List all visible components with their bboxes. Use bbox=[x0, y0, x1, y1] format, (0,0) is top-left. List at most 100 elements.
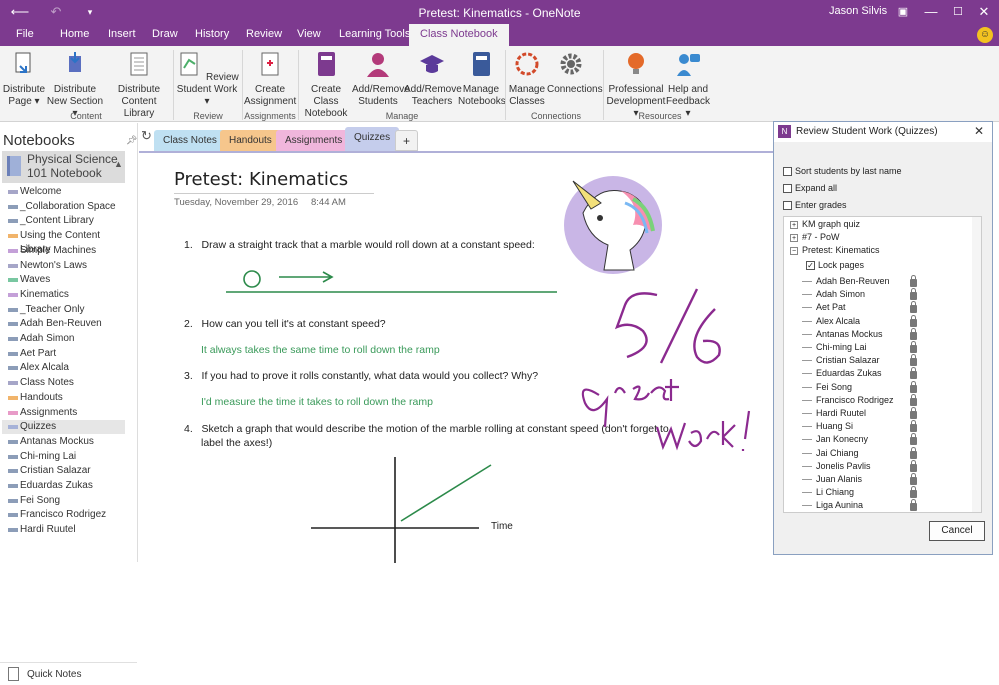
section-item[interactable]: Adah Simon bbox=[2, 332, 125, 346]
section-item[interactable]: Alex Alcala bbox=[2, 361, 125, 375]
chevron-up-icon[interactable]: ▲ bbox=[114, 159, 123, 169]
add-section-button[interactable]: + bbox=[395, 130, 419, 151]
cancel-button[interactable]: Cancel bbox=[929, 521, 985, 541]
lock-icon[interactable] bbox=[910, 459, 917, 472]
distribute-page-button[interactable]: Distribute Page ▾ bbox=[2, 50, 46, 108]
student-item[interactable]: Huang Si bbox=[816, 420, 853, 432]
section-item[interactable]: Hardi Ruutel bbox=[2, 523, 125, 537]
tab-insert[interactable]: Insert bbox=[108, 28, 136, 40]
current-notebook[interactable]: Physical Science 101 Notebook ▲ bbox=[2, 151, 125, 183]
answer-2[interactable]: It always takes the same time to roll do… bbox=[201, 344, 440, 356]
section-item[interactable]: Cristian Salazar bbox=[2, 464, 125, 478]
student-item[interactable]: Liga Aunina bbox=[816, 499, 863, 511]
enter-grades-checkbox[interactable]: Enter grades bbox=[783, 200, 847, 211]
lock-icon[interactable] bbox=[910, 341, 917, 353]
tab-history[interactable]: History bbox=[195, 28, 229, 40]
section-item[interactable]: Quizzes bbox=[2, 420, 125, 435]
checkbox-box[interactable] bbox=[783, 201, 792, 211]
student-item[interactable]: Eduardas Zukas bbox=[816, 367, 882, 379]
ribbon-display-icon[interactable]: ▣ bbox=[893, 2, 913, 22]
student-item[interactable]: Jai Chiang bbox=[816, 447, 859, 459]
lock-icon[interactable] bbox=[910, 393, 917, 406]
user-name[interactable]: Jason Silvis bbox=[829, 5, 887, 17]
section-item[interactable]: Class Notes bbox=[2, 376, 125, 390]
checkbox-box[interactable] bbox=[783, 184, 792, 194]
checkbox-box[interactable] bbox=[783, 167, 792, 177]
section-item[interactable]: Waves bbox=[2, 273, 125, 287]
student-item[interactable]: Hardi Ruutel bbox=[816, 407, 866, 419]
lock-icon[interactable] bbox=[910, 433, 917, 446]
connections-button[interactable]: Connections bbox=[547, 50, 603, 96]
expand-icon[interactable]: + bbox=[790, 233, 798, 242]
section-item[interactable]: Welcome bbox=[2, 185, 125, 199]
collapse-icon[interactable]: − bbox=[790, 246, 798, 255]
lock-icon[interactable] bbox=[910, 367, 917, 380]
section-item[interactable]: _Teacher Only bbox=[2, 303, 125, 317]
feedback-smiley-icon[interactable]: ☺ bbox=[977, 27, 993, 43]
section-item[interactable]: Francisco Rodrigez bbox=[2, 508, 125, 522]
lock-pages-checkbox[interactable]: ✓ Lock pages bbox=[806, 260, 864, 271]
student-item[interactable]: Aet Pat bbox=[816, 301, 846, 313]
student-item[interactable]: Adah Ben-Reuven bbox=[816, 275, 890, 287]
page-title[interactable]: Pretest: Kinematics bbox=[174, 169, 348, 190]
lock-icon[interactable] bbox=[910, 420, 917, 433]
lock-icon[interactable] bbox=[910, 288, 917, 301]
question-4-continuation[interactable]: label the axes!) bbox=[201, 437, 272, 449]
tree-scrollbar[interactable] bbox=[972, 217, 981, 512]
professional-development-button[interactable]: Professional Development ▾ bbox=[604, 50, 668, 120]
close-icon[interactable]: ✕ bbox=[974, 2, 994, 22]
lock-icon[interactable] bbox=[910, 275, 917, 287]
panel-close-icon[interactable]: ✕ bbox=[974, 124, 984, 138]
tree-item-pretest[interactable]: − Pretest: Kinematics bbox=[790, 245, 880, 256]
tab-file[interactable]: File bbox=[16, 28, 34, 40]
distribute-new-section-button[interactable]: Distribute New Section ▾ bbox=[44, 50, 106, 120]
lock-icon[interactable] bbox=[910, 407, 917, 419]
tab-review[interactable]: Review bbox=[246, 28, 282, 40]
create-class-notebook-button[interactable]: Create Class Notebook bbox=[300, 50, 352, 120]
lock-icon[interactable] bbox=[910, 327, 917, 340]
student-item[interactable]: Francisco Rodrigez bbox=[816, 394, 894, 406]
tab-assignments[interactable]: Assignments bbox=[276, 130, 352, 151]
section-item[interactable]: _Collaboration Space bbox=[2, 200, 125, 214]
manage-notebooks-button[interactable]: Manage Notebooks bbox=[458, 50, 506, 108]
section-item[interactable]: Kinematics bbox=[2, 288, 125, 302]
student-item[interactable]: Adah Simon bbox=[816, 288, 865, 300]
quick-notes[interactable]: Quick Notes bbox=[0, 662, 137, 685]
lock-icon[interactable] bbox=[910, 314, 917, 327]
tab-draw[interactable]: Draw bbox=[152, 28, 178, 40]
student-item[interactable]: Fei Song bbox=[816, 381, 852, 393]
lock-icon[interactable] bbox=[910, 499, 917, 512]
tab-handouts[interactable]: Handouts bbox=[220, 130, 281, 151]
student-item[interactable]: Antanas Mockus bbox=[816, 328, 883, 340]
question-3[interactable]: 3. If you had to prove it rolls constant… bbox=[184, 370, 538, 382]
section-item[interactable]: Newton's Laws bbox=[2, 259, 125, 273]
sort-by-last-name-checkbox[interactable]: Sort students by last name bbox=[783, 166, 902, 177]
section-item[interactable]: Assignments bbox=[2, 406, 125, 420]
student-item[interactable]: Jan Konecny bbox=[816, 433, 868, 445]
student-item[interactable]: Chi-ming Lai bbox=[816, 341, 867, 353]
checkbox-checked[interactable]: ✓ bbox=[806, 261, 815, 271]
sync-icon[interactable]: ↻ bbox=[141, 128, 152, 144]
student-item[interactable]: Jonelis Pavlis bbox=[816, 460, 871, 472]
lock-icon[interactable] bbox=[910, 446, 917, 459]
tab-class-notes[interactable]: Class Notes bbox=[154, 130, 226, 151]
section-item[interactable]: Eduardas Zukas bbox=[2, 479, 125, 493]
section-item[interactable]: Fei Song bbox=[2, 494, 125, 508]
expand-all-checkbox[interactable]: Expand all bbox=[783, 183, 837, 194]
section-item[interactable]: Adah Ben-Reuven bbox=[2, 317, 125, 331]
create-assignment-button[interactable]: Create Assignment bbox=[244, 50, 296, 108]
lock-icon[interactable] bbox=[910, 473, 917, 485]
lock-icon[interactable] bbox=[910, 354, 917, 367]
tab-class-notebook[interactable]: Class Notebook bbox=[409, 24, 509, 46]
expand-icon[interactable]: + bbox=[790, 220, 798, 229]
manage-classes-button[interactable]: Manage Classes bbox=[507, 50, 547, 108]
maximize-icon[interactable]: ☐ bbox=[948, 2, 968, 22]
student-item[interactable]: Li Chiang bbox=[816, 486, 854, 498]
section-item[interactable]: _Content Library bbox=[2, 214, 125, 228]
question-2[interactable]: 2. How can you tell it's at constant spe… bbox=[184, 318, 386, 330]
tab-learning-tools[interactable]: Learning Tools bbox=[339, 28, 410, 40]
tree-item-pow[interactable]: + #7 - PoW bbox=[790, 232, 840, 243]
distribute-content-library-button[interactable]: Distribute Content Library bbox=[106, 50, 172, 120]
section-item[interactable]: Aet Part bbox=[2, 347, 125, 361]
section-item[interactable]: Handouts bbox=[2, 391, 125, 405]
